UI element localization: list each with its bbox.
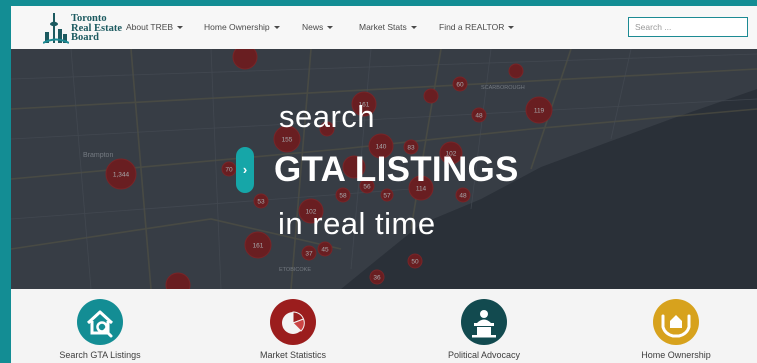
hero-line-2: GTA LISTINGS [274, 150, 519, 189]
pie-chart-icon[interactable] [270, 299, 316, 345]
feature-label[interactable]: Home Ownership [596, 350, 756, 360]
hero-map-banner[interactable]: 1,344 161 119 155 140 102 114 102 161 83… [11, 49, 757, 289]
house-search-icon[interactable] [77, 299, 123, 345]
nav-about-treb[interactable]: About TREB [126, 22, 184, 32]
caret-down-icon [410, 26, 417, 30]
chevron-right-icon: › [242, 162, 248, 177]
map-expand-toggle[interactable]: › [236, 147, 254, 193]
nav-market-stats[interactable]: Market Stats [359, 22, 417, 32]
nav-find-a-realtor[interactable]: Find a REALTOR [439, 22, 515, 32]
page-frame: Toronto Real Estate Board About TREB Hom… [11, 6, 757, 363]
feature-political-advocacy[interactable]: Political Advocacy [404, 289, 564, 363]
nav-find-a-realtor-label: Find a REALTOR [439, 22, 505, 32]
feature-market-statistics[interactable]: Market Statistics [213, 289, 373, 363]
nav-about-treb-label: About TREB [126, 22, 174, 32]
cn-tower-icon [43, 13, 69, 44]
logo-wordmark: Toronto Real Estate Board [71, 14, 122, 43]
nav-home-ownership-label: Home Ownership [204, 22, 270, 32]
nav-home-ownership[interactable]: Home Ownership [204, 22, 280, 32]
nav-news[interactable]: News [302, 22, 334, 32]
nav-market-stats-label: Market Stats [359, 22, 407, 32]
top-navbar: Toronto Real Estate Board About TREB Hom… [11, 6, 757, 50]
podium-icon[interactable] [461, 299, 507, 345]
feature-label[interactable]: Political Advocacy [404, 350, 564, 360]
caret-down-icon [508, 26, 515, 30]
logo-line-3: Board [71, 32, 100, 43]
caret-down-icon [177, 26, 184, 30]
feature-search-gta-listings[interactable]: Search GTA Listings [20, 289, 180, 363]
feature-links: Search GTA Listings Market Statistics Po… [11, 289, 757, 363]
caret-down-icon [327, 26, 334, 30]
feature-label[interactable]: Search GTA Listings [20, 350, 180, 360]
hands-house-icon[interactable] [653, 299, 699, 345]
hero-line-3: in real time [278, 206, 436, 241]
hero-line-1: search [279, 99, 376, 134]
search-input[interactable] [628, 17, 748, 37]
caret-down-icon [273, 26, 280, 30]
treb-logo[interactable]: Toronto Real Estate Board [43, 12, 123, 44]
nav-news-label: News [302, 22, 324, 32]
hero-headline: › search GTA LISTINGS in real time [11, 49, 757, 289]
feature-label[interactable]: Market Statistics [213, 350, 373, 360]
feature-home-ownership[interactable]: Home Ownership [596, 289, 756, 363]
